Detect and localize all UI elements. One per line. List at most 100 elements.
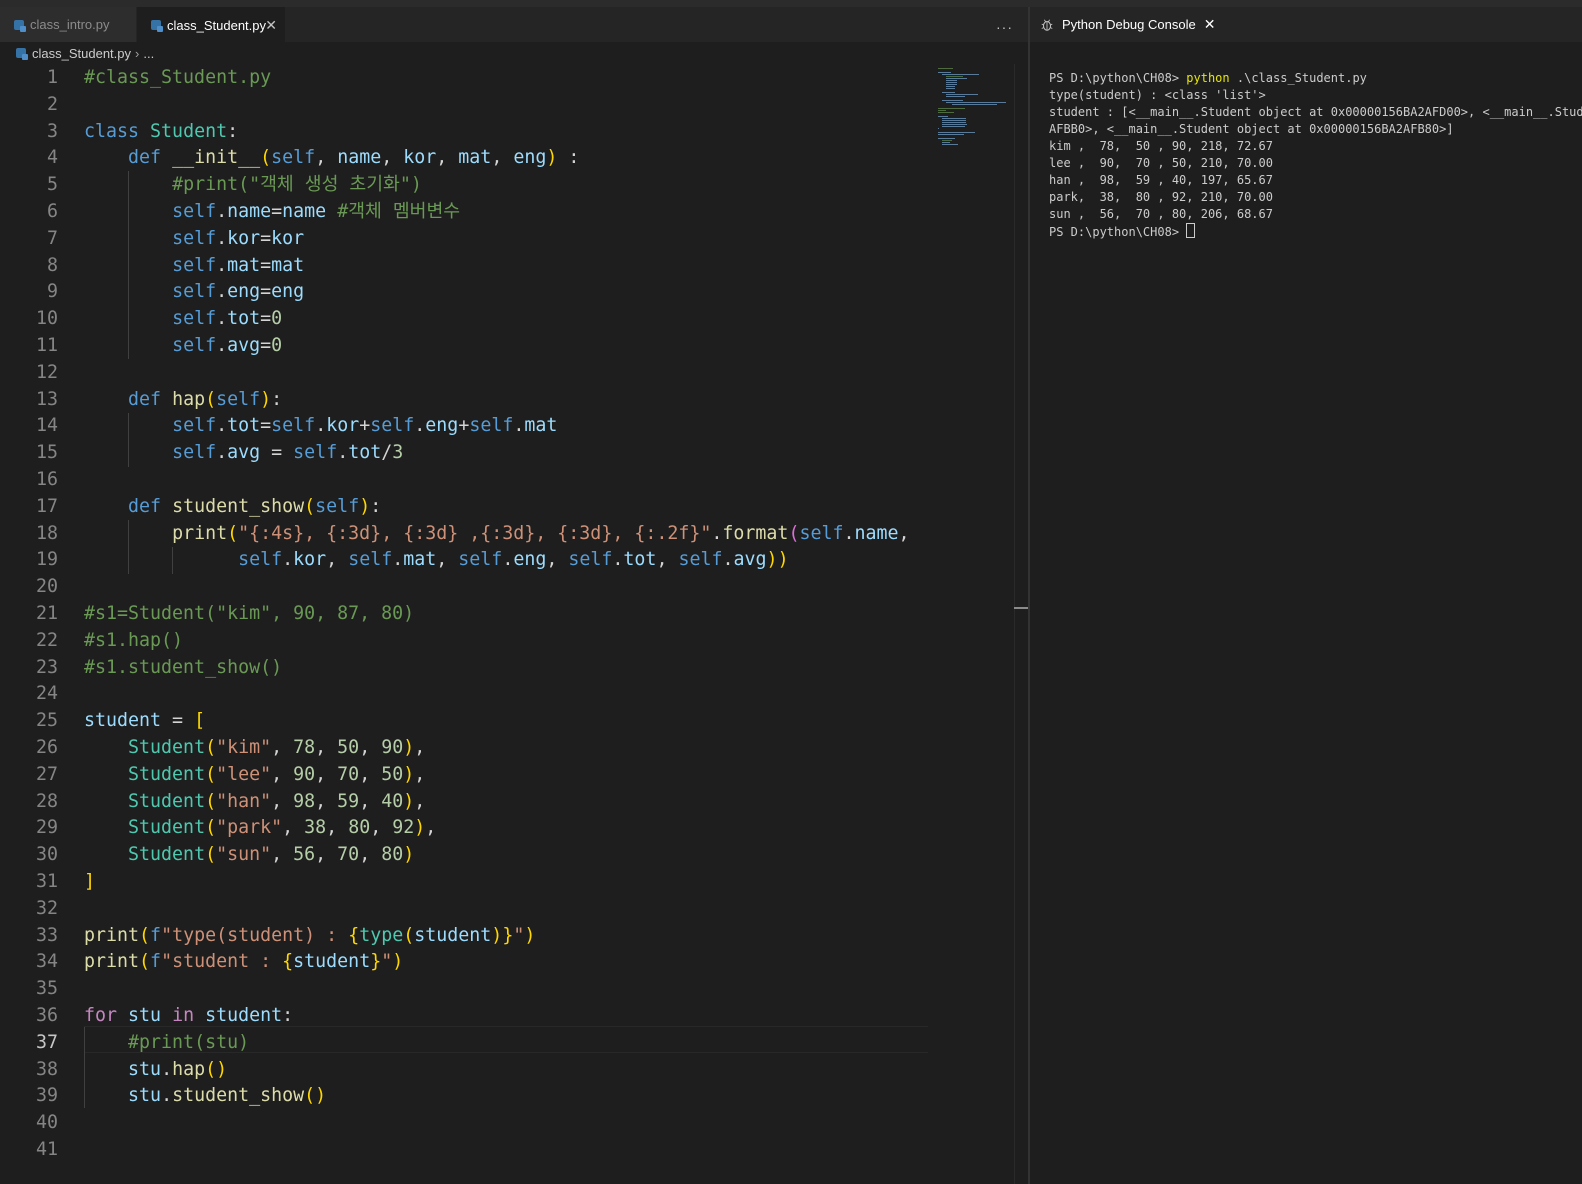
minimap-line [938, 68, 954, 69]
line-number: 27 [35, 763, 58, 785]
code-line[interactable]: 38 stu.hap() [0, 1056, 928, 1083]
code-line[interactable]: 2 [0, 91, 928, 118]
code-text: class Student: [84, 120, 239, 142]
code-line[interactable]: 20 [0, 573, 928, 600]
code-line[interactable]: 9 self.eng=eng [0, 278, 928, 305]
code-line[interactable]: 6 self.name=name #객체 멤버변수 [0, 198, 928, 225]
code-line[interactable]: 10 self.tot=0 [0, 305, 928, 332]
code-line[interactable]: 24 [0, 680, 928, 707]
code-text: self.kor=kor [172, 227, 305, 249]
minimap-line [946, 102, 1007, 103]
line-number: 22 [35, 629, 58, 651]
code-line[interactable]: 27 Student("lee", 90, 70, 50), [0, 761, 928, 788]
code-line[interactable]: 28 Student("han", 98, 59, 40), [0, 788, 928, 815]
code-line[interactable]: 5 #print("객체 생성 초기화") [0, 171, 928, 198]
code-text: #s1.hap() [84, 629, 184, 651]
code-line[interactable]: 41 [0, 1136, 928, 1163]
code-line[interactable]: 7 self.kor=kor [0, 225, 928, 252]
line-number: 39 [35, 1085, 58, 1107]
code-text: self.avg = self.tot/3 [172, 442, 404, 464]
code-line[interactable]: 40 [0, 1109, 928, 1136]
terminal-output[interactable]: PS D:\python\CH08> python .\class_Studen… [1049, 53, 1582, 275]
terminal-command-args: .\class_Student.py [1229, 71, 1367, 85]
code-line[interactable]: 33 print(f"type(student) : {type(student)… [0, 922, 928, 949]
code-text: self.eng=eng [172, 281, 305, 303]
code-line[interactable]: 3 class Student: [0, 118, 928, 145]
code-line[interactable]: 30 Student("sun", 56, 70, 80) [0, 841, 928, 868]
line-number: 30 [35, 844, 58, 866]
minimap-line [942, 124, 968, 125]
code-text: student = [ [84, 710, 206, 732]
code-text: self.name=name #객체 멤버변수 [172, 201, 461, 222]
code-line[interactable]: 8 self.mat=mat [0, 252, 928, 279]
line-number: 36 [35, 1005, 58, 1026]
tab-label: class_intro.py [30, 17, 110, 32]
debug-console-panel: Python Debug Console ✕ PS D:\python\CH08… [1030, 7, 1582, 1184]
breadcrumb-file[interactable]: class_Student.py [32, 46, 131, 61]
line-number: 26 [35, 737, 58, 758]
line-number: 25 [35, 710, 58, 732]
minimap-line [946, 96, 965, 97]
code-line[interactable]: 22 #s1.hap() [0, 627, 928, 654]
code-line[interactable]: 14 self.tot=self.kor+self.eng+self.mat [0, 412, 928, 439]
close-icon[interactable]: ✕ [265, 17, 277, 34]
code-line[interactable]: 17 def student_show(self): [0, 493, 928, 520]
breadcrumb-symbol[interactable]: ... [143, 46, 154, 61]
code-line[interactable]: 1 #class_Student.py [0, 64, 928, 91]
minimap-line [942, 120, 967, 121]
terminal-output-line: han , 98, 59 , 40, 197, 65.67 [1049, 173, 1273, 187]
code-line[interactable]: 4 def __init__(self, name, kor, mat, eng… [0, 144, 928, 171]
minimap-line [946, 82, 957, 83]
python-file-icon [14, 19, 26, 32]
minimap-line [938, 110, 947, 111]
terminal-final-prompt-line: PS D:\python\CH08> [1049, 223, 1582, 241]
more-actions-icon[interactable]: ··· [996, 19, 1013, 35]
code-line[interactable]: 34 print(f"student : {student}") [0, 948, 928, 975]
minimap-line [938, 112, 955, 113]
minimap-line [938, 128, 939, 129]
code-line[interactable]: 13 def hap(self): [0, 386, 928, 413]
minimap[interactable] [928, 64, 1014, 1184]
code-line[interactable]: 37 #print(stu) [0, 1029, 928, 1056]
line-number: 18 [35, 522, 58, 544]
code-line[interactable]: 23 #s1.student_show() [0, 654, 928, 681]
code-line[interactable]: 18 print("{:4s}, {:3d}, {:3d} ,{:3d}, {:… [0, 520, 928, 547]
code-line[interactable]: 15 self.avg = self.tot/3 [0, 439, 928, 466]
code-editor[interactable]: 1 #class_Student.py 2 3 class Student: 4 def … [0, 64, 928, 1184]
line-number: 6 [46, 201, 58, 222]
editor-scrollbar[interactable] [1014, 64, 1029, 1184]
line-number: 8 [46, 254, 58, 276]
line-number: 32 [35, 897, 58, 919]
line-number: 12 [35, 361, 58, 383]
code-line[interactable]: 39 stu.student_show() [0, 1082, 928, 1109]
code-line[interactable]: 35 [0, 975, 928, 1002]
code-text: Student("park", 38, 80, 92), [128, 817, 437, 839]
window-top-bar [0, 0, 1582, 7]
code-line[interactable]: 25 student = [ [0, 707, 928, 734]
code-text: Student("kim", 78, 50, 90), [128, 737, 426, 758]
code-line[interactable]: 11 self.avg=0 [0, 332, 928, 359]
minimap-line [946, 84, 957, 85]
line-number: 33 [35, 924, 58, 946]
minimap-line [938, 116, 948, 117]
line-number: 3 [46, 120, 58, 142]
tab-class-intro[interactable]: class_intro.py [0, 7, 136, 42]
tab-python-debug-console[interactable]: Python Debug Console ✕ [1030, 7, 1216, 42]
chevron-right-icon: › [135, 45, 140, 61]
code-line[interactable]: 31] [0, 868, 928, 895]
terminal-output-line: student : [<__main__.Student object at 0… [1049, 105, 1582, 119]
line-number: 19 [35, 549, 58, 571]
tab-class-student[interactable]: class_Student.py ✕ [137, 7, 285, 42]
code-line[interactable]: 19 self.kor, self.mat, self.eng, self.to… [0, 546, 928, 573]
code-line[interactable]: 16 [0, 466, 928, 493]
code-line[interactable]: 12 [0, 359, 928, 386]
close-icon[interactable]: ✕ [1204, 16, 1216, 33]
code-line[interactable]: 36 for stu in student: [0, 1002, 928, 1029]
code-line[interactable]: 21 #s1=Student("kim", 90, 87, 80) [0, 600, 928, 627]
code-line[interactable]: 26 Student("kim", 78, 50, 90), [0, 734, 928, 761]
code-text: #print(stu) [128, 1031, 250, 1053]
code-line[interactable]: 32 [0, 895, 928, 922]
code-line[interactable]: 29 Student("park", 38, 80, 92), [0, 814, 928, 841]
minimap-line [942, 74, 979, 75]
line-number: 1 [46, 67, 58, 88]
